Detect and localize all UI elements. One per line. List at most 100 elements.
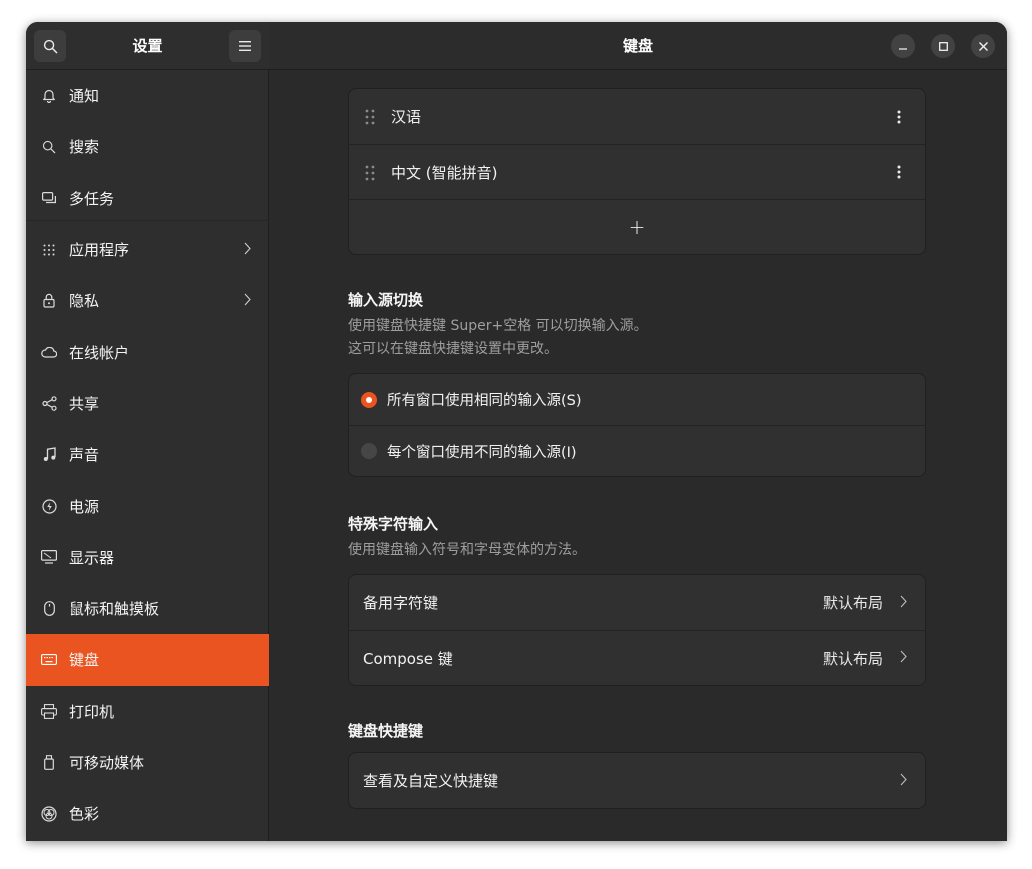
list-item[interactable]: 中文 (智能拼音) xyxy=(349,144,925,199)
search-button[interactable] xyxy=(34,30,66,62)
row-value: 默认布局 xyxy=(822,649,883,668)
more-options-icon[interactable] xyxy=(897,165,901,179)
sidebar-item-label: 隐私 xyxy=(69,292,100,311)
header-bar: 键盘 xyxy=(269,22,1007,70)
cloud-icon xyxy=(41,344,57,360)
special-character-list: 备用字符键 默认布局 Compose 键 默认布局 xyxy=(348,574,926,686)
sidebar-item-label: 搜索 xyxy=(69,138,100,157)
drag-handle-icon[interactable] xyxy=(365,165,375,185)
chevron-right-icon xyxy=(244,241,251,259)
sidebar-item-multitasking[interactable]: 多任务 xyxy=(26,173,269,224)
chevron-right-icon xyxy=(244,292,251,310)
minimize-button[interactable] xyxy=(891,34,915,58)
section-desc-switching-1: 使用键盘快捷键 Super+空格 可以切换输入源。 xyxy=(348,318,648,334)
sidebar-item-label: 色彩 xyxy=(69,805,100,824)
sidebar-item-label: 键盘 xyxy=(69,651,100,670)
sidebar: 设置 通知 搜索 多任务 应用程序 隐私 在线帐户 共享 声音 电源 显示器 鼠… xyxy=(26,22,269,841)
row-label: 备用字符键 xyxy=(363,594,439,612)
sidebar-item-search[interactable]: 搜索 xyxy=(26,121,269,172)
sidebar-item-label: 打印机 xyxy=(69,702,115,721)
sidebar-item-label: 共享 xyxy=(69,394,100,413)
sidebar-item-label: 应用程序 xyxy=(69,241,130,260)
sidebar-item-notifications[interactable]: 通知 xyxy=(26,70,269,121)
share-icon xyxy=(41,395,57,411)
row-label: Compose 键 xyxy=(363,649,453,668)
add-icon: + xyxy=(628,215,646,239)
sidebar-nav: 通知 搜索 多任务 应用程序 隐私 在线帐户 共享 声音 电源 显示器 鼠标和触… xyxy=(26,70,269,839)
settings-window: 设置 通知 搜索 多任务 应用程序 隐私 在线帐户 共享 声音 电源 显示器 鼠… xyxy=(26,22,1007,841)
add-input-source-button[interactable]: + xyxy=(349,199,925,254)
color-icon xyxy=(41,806,57,822)
search-icon xyxy=(43,39,57,53)
sidebar-divider xyxy=(26,220,269,221)
compose-key-row[interactable]: Compose 键 默认布局 xyxy=(349,630,925,685)
sidebar-header: 设置 xyxy=(26,22,269,70)
sidebar-item-sharing[interactable]: 共享 xyxy=(26,378,269,429)
sidebar-item-label: 声音 xyxy=(69,446,100,465)
chevron-right-icon xyxy=(900,772,907,790)
radio-label: 所有窗口使用相同的输入源(S) xyxy=(387,393,582,409)
row-value: 默认布局 xyxy=(822,594,883,612)
sidebar-item-label: 在线帐户 xyxy=(69,343,130,362)
hamburger-icon xyxy=(239,41,251,51)
sidebar-item-mouse-touchpad[interactable]: 鼠标和触摸板 xyxy=(26,583,269,634)
drag-handle-icon[interactable] xyxy=(365,109,375,129)
sidebar-item-label: 显示器 xyxy=(69,548,115,567)
radio-unselected[interactable] xyxy=(361,443,377,459)
sidebar-item-privacy[interactable]: 隐私 xyxy=(26,275,269,326)
sidebar-item-displays[interactable]: 显示器 xyxy=(26,532,269,583)
sidebar-item-label: 可移动媒体 xyxy=(69,754,145,772)
sidebar-item-power[interactable]: 电源 xyxy=(26,480,269,531)
section-desc-special: 使用键盘输入符号和字母变体的方法。 xyxy=(348,542,586,558)
row-label: 查看及自定义快捷键 xyxy=(363,772,499,790)
shortcuts-list: 查看及自定义快捷键 xyxy=(348,752,926,809)
close-icon xyxy=(978,41,988,51)
mouse-icon xyxy=(41,601,57,617)
search-icon xyxy=(41,139,57,155)
sidebar-item-apps[interactable]: 应用程序 xyxy=(26,224,269,275)
sidebar-item-label: 鼠标和触摸板 xyxy=(69,600,160,619)
section-title-shortcuts: 键盘快捷键 xyxy=(348,722,424,740)
chevron-right-icon xyxy=(900,594,907,612)
sidebar-item-sound[interactable]: 声音 xyxy=(26,429,269,480)
switching-options: 所有窗口使用相同的输入源(S) 每个窗口使用不同的输入源(I) xyxy=(348,373,926,477)
section-title-switching: 输入源切换 xyxy=(348,291,424,309)
radio-same-source[interactable]: 所有窗口使用相同的输入源(S) xyxy=(349,374,925,425)
section-desc-switching-2: 这可以在键盘快捷键设置中更改。 xyxy=(348,341,558,357)
sidebar-item-removable-media[interactable]: 可移动媒体 xyxy=(26,737,269,788)
chevron-right-icon xyxy=(900,649,907,667)
radio-different-source[interactable]: 每个窗口使用不同的输入源(I) xyxy=(349,425,925,476)
lock-icon xyxy=(41,293,57,309)
view-customize-shortcuts-row[interactable]: 查看及自定义快捷键 xyxy=(349,753,925,808)
minimize-icon xyxy=(899,48,907,50)
input-source-label: 汉语 xyxy=(391,108,422,126)
multitasking-icon xyxy=(41,190,57,206)
radio-label: 每个窗口使用不同的输入源(I) xyxy=(387,444,577,461)
sidebar-item-color[interactable]: 色彩 xyxy=(26,788,269,839)
apps-grid-icon xyxy=(41,242,57,258)
input-sources-list: 汉语 中文 (智能拼音) + xyxy=(348,88,926,255)
alternate-characters-key-row[interactable]: 备用字符键 默认布局 xyxy=(349,575,925,630)
sidebar-item-label: 多任务 xyxy=(69,189,115,208)
sidebar-item-online-accounts[interactable]: 在线帐户 xyxy=(26,326,269,377)
sidebar-item-label: 电源 xyxy=(69,497,100,516)
keyboard-icon xyxy=(41,652,57,668)
input-source-label: 中文 (智能拼音) xyxy=(391,163,498,182)
bell-icon xyxy=(41,88,57,104)
sidebar-item-printers[interactable]: 打印机 xyxy=(26,686,269,737)
music-note-icon xyxy=(41,447,57,463)
printer-icon xyxy=(41,703,57,719)
power-bolt-icon xyxy=(41,498,57,514)
menu-button[interactable] xyxy=(229,30,261,62)
maximize-button[interactable] xyxy=(931,34,955,58)
section-title-special: 特殊字符输入 xyxy=(348,515,439,533)
sidebar-item-label: 通知 xyxy=(69,87,100,106)
content-pane: 键盘 汉语 中文 (智能拼音) + 输入源切换 使用键盘快捷键 Super+空格… xyxy=(269,22,1007,841)
display-icon xyxy=(41,549,57,565)
sidebar-item-keyboard[interactable]: 键盘 xyxy=(26,634,269,686)
usb-drive-icon xyxy=(41,755,57,771)
list-item[interactable]: 汉语 xyxy=(349,89,925,144)
more-options-icon[interactable] xyxy=(897,110,901,124)
close-button[interactable] xyxy=(971,34,995,58)
radio-selected[interactable] xyxy=(361,391,377,408)
